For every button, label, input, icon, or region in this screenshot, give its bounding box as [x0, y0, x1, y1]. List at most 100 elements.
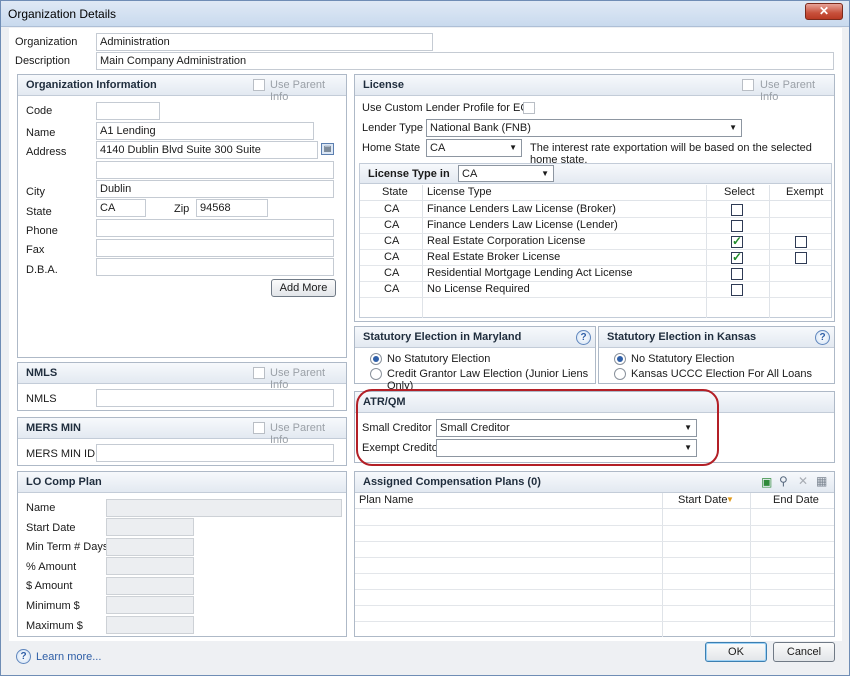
- kansas-no-election-radio[interactable]: [614, 353, 626, 365]
- column-plan-name: Plan Name: [359, 494, 414, 506]
- plan-row: [355, 542, 834, 558]
- mers-use-parent-checkbox[interactable]: [253, 422, 265, 434]
- license-row[interactable]: CA Real Estate Corporation License: [360, 234, 831, 250]
- cancel-button[interactable]: Cancel: [773, 642, 835, 662]
- lender-type-select[interactable]: National Bank (FNB) ▼: [426, 119, 742, 137]
- nmls-input[interactable]: [96, 389, 334, 407]
- search-icon[interactable]: ⚲: [779, 474, 788, 488]
- license-type-state-select[interactable]: CA ▼: [458, 165, 554, 182]
- license-type-grid: License Type in CA ▼ State License Type …: [359, 163, 832, 318]
- nmls-title: NMLS: [26, 367, 58, 379]
- license-row[interactable]: CA Finance Lenders Law License (Broker): [360, 202, 831, 218]
- nmls-panel: NMLS Use Parent Info NMLS: [17, 362, 347, 411]
- mers-min-title: MERS MIN: [26, 422, 81, 434]
- lo-percent-amount-field: [106, 557, 194, 575]
- license-use-parent-label: Use Parent Info: [760, 79, 816, 103]
- row-state: CA: [384, 235, 400, 247]
- nmls-use-parent-checkbox[interactable]: [253, 367, 265, 379]
- lo-comp-plan-panel: LO Comp Plan Name Start Date Min Term # …: [17, 471, 347, 637]
- kansas-election-panel: Statutory Election in Kansas ? No Statut…: [598, 326, 835, 384]
- license-title: License: [363, 79, 404, 91]
- select-checkbox[interactable]: [731, 220, 743, 232]
- maryland-election-title: Statutory Election in Maryland: [363, 331, 522, 343]
- fax-input[interactable]: [96, 239, 334, 257]
- zip-input[interactable]: 94568: [196, 199, 268, 217]
- state-label: State: [26, 206, 52, 218]
- dropdown-arrow-icon: ▼: [509, 143, 517, 152]
- add-icon[interactable]: ▣: [761, 475, 772, 489]
- row-license-type: No License Required: [427, 283, 530, 295]
- column-exempt: Exempt: [786, 186, 824, 198]
- exempt-checkbox[interactable]: [795, 236, 807, 248]
- title-bar: Organization Details ✕: [1, 1, 849, 27]
- description-input[interactable]: Main Company Administration: [96, 52, 834, 70]
- organization-information-title: Organization Information: [26, 79, 157, 91]
- select-checkbox[interactable]: [731, 250, 743, 264]
- license-row[interactable]: CA No License Required: [360, 282, 831, 298]
- license-row[interactable]: CA Real Estate Broker License: [360, 250, 831, 266]
- state-input[interactable]: CA: [96, 199, 146, 217]
- license-row[interactable]: CA Residential Mortgage Lending Act Lice…: [360, 266, 831, 282]
- kansas-uccc-label: Kansas UCCC Election For All Loans: [631, 368, 812, 380]
- nmls-label: NMLS: [26, 393, 57, 405]
- license-header: License Use Parent Info: [355, 75, 834, 103]
- organization-input[interactable]: Administration: [96, 33, 433, 51]
- select-checkbox[interactable]: [731, 268, 743, 280]
- name-input[interactable]: A1 Lending: [96, 122, 314, 140]
- credit-grantor-radio[interactable]: [370, 368, 382, 380]
- lo-min-term-label: Min Term # Days: [26, 541, 109, 553]
- close-button[interactable]: ✕: [805, 3, 843, 20]
- help-icon[interactable]: ?: [815, 330, 830, 345]
- lo-comp-plan-title: LO Comp Plan: [26, 476, 102, 488]
- address-input[interactable]: 4140 Dublin Blvd Suite 300 Suite: [96, 141, 318, 159]
- select-checkbox[interactable]: [731, 234, 743, 248]
- lo-start-date-field: [106, 518, 194, 536]
- plan-row: [355, 574, 834, 590]
- row-license-type: Real Estate Broker License: [427, 251, 561, 263]
- learn-more-link[interactable]: Learn more...: [36, 651, 101, 663]
- zip-label: Zip: [174, 203, 190, 215]
- help-icon[interactable]: ?: [576, 330, 591, 345]
- plan-row: [355, 590, 834, 606]
- column-start-date[interactable]: Start Date: [678, 494, 728, 506]
- delete-icon[interactable]: ✕: [798, 474, 808, 488]
- dropdown-arrow-icon: ▼: [729, 123, 737, 132]
- lo-dollar-amount-field: [106, 577, 194, 595]
- maryland-election-header: Statutory Election in Maryland ?: [355, 327, 595, 348]
- column-end-date[interactable]: End Date: [773, 494, 819, 506]
- row-state: CA: [384, 219, 400, 231]
- kansas-election-header: Statutory Election in Kansas ?: [599, 327, 834, 348]
- address-line2-input[interactable]: [96, 161, 334, 179]
- mers-min-id-input[interactable]: [96, 444, 334, 462]
- row-state: CA: [384, 283, 400, 295]
- organization-label: Organization: [15, 36, 78, 48]
- book-icon[interactable]: ▤: [321, 143, 334, 155]
- add-more-button[interactable]: Add More: [271, 279, 336, 297]
- license-type-in-label: License Type in: [368, 168, 450, 180]
- exempt-checkbox[interactable]: [795, 252, 807, 264]
- home-state-select[interactable]: CA ▼: [426, 139, 522, 157]
- dba-label: D.B.A.: [26, 264, 58, 276]
- dba-input[interactable]: [96, 258, 334, 276]
- lo-dollar-amount-label: $ Amount: [26, 580, 73, 592]
- help-icon[interactable]: ?: [16, 649, 31, 664]
- kansas-election-title: Statutory Election in Kansas: [607, 331, 757, 343]
- custom-lender-profile-checkbox[interactable]: [523, 102, 535, 114]
- license-row[interactable]: CA Finance Lenders Law License (Lender): [360, 218, 831, 234]
- city-input[interactable]: Dublin: [96, 180, 334, 198]
- plan-row: [355, 606, 834, 622]
- code-input[interactable]: [96, 102, 160, 120]
- phone-input[interactable]: [96, 219, 334, 237]
- kansas-uccc-radio[interactable]: [614, 368, 626, 380]
- grid-icon[interactable]: ▦: [816, 474, 827, 488]
- license-type-state-value: CA: [462, 168, 478, 180]
- license-use-parent-checkbox[interactable]: [742, 79, 754, 91]
- select-checkbox[interactable]: [731, 284, 743, 296]
- lo-name-label: Name: [26, 502, 56, 514]
- use-parent-info-checkbox[interactable]: [253, 79, 265, 91]
- lo-start-date-label: Start Date: [26, 522, 76, 534]
- no-statutory-election-radio[interactable]: [370, 353, 382, 365]
- select-checkbox[interactable]: [731, 204, 743, 216]
- ok-button[interactable]: OK: [705, 642, 767, 662]
- compensation-plans-header: Assigned Compensation Plans (0) ▣ ⚲ ✕ ▦: [355, 472, 834, 493]
